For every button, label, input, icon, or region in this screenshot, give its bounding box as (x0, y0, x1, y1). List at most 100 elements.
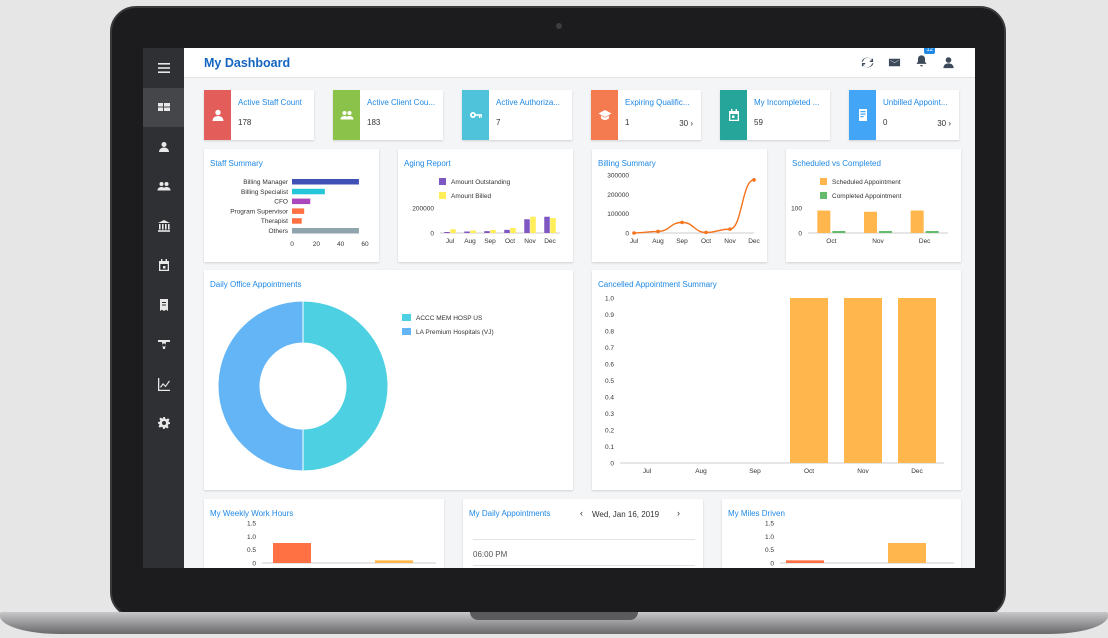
laptop-notch (470, 612, 638, 620)
tick-label: 0.5 (605, 378, 614, 385)
sidebar-item-settings[interactable] (143, 404, 184, 444)
legend-swatch (402, 328, 411, 335)
sidebar-item-reports[interactable] (143, 364, 184, 404)
tick-label: Jul (630, 238, 639, 245)
laptop-bezel (143, 568, 975, 612)
kpi-days-value: 30 (679, 119, 689, 128)
date-label: Wed, Jan 16, 2019 (592, 510, 660, 519)
user-icon[interactable] (942, 56, 955, 69)
tick-label: Jul (643, 468, 652, 475)
sidebar-item-staff[interactable] (143, 127, 184, 167)
tick-label: Sep (749, 468, 761, 475)
kpi-label: Unbilled Appoint... (883, 98, 948, 107)
kpi-value: 183 (367, 118, 381, 127)
person-icon (158, 141, 169, 152)
tick-label: 0.1 (605, 444, 614, 451)
kpi-card-unbilled[interactable]: Unbilled Appoint... 0 30 › (849, 90, 959, 140)
menu-button[interactable] (143, 48, 184, 88)
legend-swatch (820, 192, 827, 199)
kpi-icon-bg (333, 90, 360, 140)
bar (470, 230, 476, 233)
divider (473, 565, 695, 566)
divider (473, 539, 695, 540)
tick-label: 20 (313, 241, 321, 248)
tick-label: Oct (804, 468, 814, 475)
kpi-days[interactable]: 30 › (937, 119, 951, 128)
kpi-icon-bg (204, 90, 231, 140)
kpi-days[interactable]: 30 › (679, 119, 693, 128)
kpi-value: 1 (625, 118, 630, 127)
receipt-icon (159, 298, 168, 311)
tick-label: Nov (524, 238, 536, 245)
billing-summary-panel: Billing Summary 0 100000 200000 300000 Jul Au… (592, 149, 767, 262)
page-title: My Dashboard (204, 55, 291, 70)
bar (444, 232, 450, 233)
tick-label: 0.4 (605, 395, 614, 402)
kpi-label: Expiring Qualific... (625, 98, 690, 107)
bell-icon (916, 54, 927, 66)
mail-icon[interactable] (888, 56, 901, 69)
data-point (656, 229, 660, 234)
tick-label: Aug (695, 468, 707, 475)
tick-label: 60 (361, 241, 369, 248)
sidebar-item-dashboard[interactable] (143, 87, 184, 127)
tick-label: Sep (484, 238, 496, 245)
sidebar-item-organization[interactable] (143, 206, 184, 246)
bar (530, 216, 536, 233)
refresh-icon[interactable] (861, 56, 874, 69)
calendar-icon (158, 259, 169, 272)
tick-label: Oct (505, 238, 515, 245)
bar (524, 219, 530, 233)
bar (292, 218, 302, 224)
notification-badge: 12 (924, 48, 935, 54)
tick-label: Nov (857, 468, 869, 475)
pie-slice (302, 300, 389, 472)
tick-label: Dec (919, 238, 931, 245)
camera-icon (556, 23, 562, 29)
bar (844, 298, 882, 463)
staff-summary-panel: Staff Summary Billing Manager Billing Spe… (204, 149, 379, 262)
kpi-card-staff[interactable]: Active Staff Count 178 (204, 90, 314, 140)
cancelled-panel: Cancelled Appointment Summary Jul Aug Sep O… (592, 270, 961, 490)
category-label: Billing Manager (243, 179, 289, 186)
next-day-button[interactable]: › (677, 508, 680, 518)
cancelled-chart: Jul Aug Sep Oct Nov Dec 0 0.1 0.2 0.3 0.4 0.5 0.6 0.7… (605, 296, 944, 475)
sidebar-item-billing[interactable] (143, 285, 184, 325)
kpi-card-clients[interactable]: Active Client Cou... 183 (333, 90, 443, 140)
panel-title: My Miles Driven (728, 509, 785, 518)
tick-label: Oct (826, 238, 836, 245)
clients-icon (340, 111, 353, 120)
data-point (632, 231, 636, 235)
tick-label: Aug (652, 238, 664, 245)
prev-day-button[interactable]: ‹ (580, 508, 583, 518)
sidebar-item-payments[interactable] (143, 325, 184, 365)
bar (925, 231, 939, 233)
sidebar-item-clients[interactable] (143, 167, 184, 207)
app-screen: My Dashboard 12 Active Staff Count 178 A… (143, 48, 975, 568)
category-label: Billing Specialist (241, 189, 288, 196)
tick-label: Aug (464, 238, 476, 245)
tick-label: 0 (770, 561, 774, 568)
sidebar (143, 48, 184, 568)
graduation-icon (598, 110, 611, 120)
sidebar-item-calendar[interactable] (143, 246, 184, 286)
tick-label: 0 (252, 561, 256, 568)
tick-label: 0 (798, 231, 802, 238)
tick-label: Dec (911, 468, 923, 475)
miles-panel: My Miles Driven 0 0.5 1.0 1.5 (722, 499, 961, 568)
kpi-card-authorizations[interactable]: Active Authoriza... 7 (462, 90, 572, 140)
tick-label: 200000 (607, 192, 629, 199)
category-label: Program Supervisor (230, 208, 289, 215)
bar (786, 560, 824, 563)
bar (910, 210, 924, 233)
tick-label: 0.7 (605, 345, 614, 352)
legend-label: Completed Appointment (832, 193, 902, 200)
panel-title: My Weekly Work Hours (210, 509, 294, 518)
bar (832, 231, 846, 233)
legend-label: Scheduled Appointment (832, 179, 901, 186)
legend-swatch (439, 178, 446, 185)
kpi-card-qualifications[interactable]: Expiring Qualific... 1 30 › (591, 90, 701, 140)
chevron-right-icon: › (690, 119, 693, 128)
notifications-button[interactable]: 12 (915, 48, 935, 72)
kpi-card-incompleted[interactable]: My Incompleted ... 59 (720, 90, 830, 140)
